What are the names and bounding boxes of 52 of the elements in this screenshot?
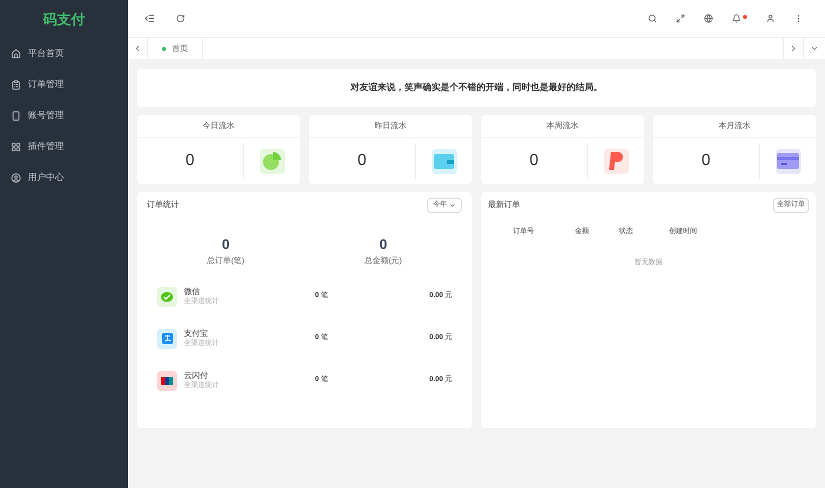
- chevron-left-icon: [133, 44, 142, 53]
- total-value: 0: [222, 234, 230, 254]
- stat-value: 0: [700, 151, 712, 171]
- page-tab[interactable]: 首页: [148, 38, 203, 59]
- channel-name: 微信: [184, 286, 201, 296]
- search-icon: [648, 14, 657, 23]
- sidebar-item[interactable]: 平台首页: [0, 38, 128, 69]
- user-button[interactable]: [766, 14, 775, 23]
- channel-name: 支付宝: [184, 328, 209, 338]
- stat-title: 今日流水: [137, 115, 300, 138]
- stat-title: 本月流水: [653, 115, 816, 138]
- unionpay-icon: [157, 370, 177, 390]
- refresh-button[interactable]: [176, 14, 185, 23]
- fullscreen-icon: [676, 14, 685, 23]
- chevron-down-icon: [810, 44, 819, 53]
- logo: 码支付: [42, 10, 86, 28]
- sidebar-item[interactable]: 用户中心: [0, 162, 128, 193]
- alipay-icon: [157, 328, 177, 348]
- plugin-icon: [11, 142, 21, 152]
- sidebar-item[interactable]: 订单管理: [0, 69, 128, 100]
- quote-banner: 对友谊来说，笑声确实是个不错的开端，同时也是最好的结局。: [137, 69, 816, 107]
- card-title: 订单统计: [147, 199, 179, 212]
- stat-title: 本周流水: [481, 115, 644, 138]
- home-icon: [11, 48, 21, 58]
- order-icon: [11, 80, 21, 90]
- caret-icon: [449, 202, 456, 209]
- menu-toggle-button[interactable]: [144, 13, 155, 24]
- language-button[interactable]: [704, 14, 713, 23]
- refresh-icon: [176, 14, 185, 23]
- stat-title: 昨日流水: [309, 115, 472, 138]
- stat-value: 0: [356, 151, 368, 171]
- total-label: 总订单(笔): [207, 254, 244, 266]
- card-title: 最新订单: [488, 199, 520, 212]
- fullscreen-button[interactable]: [676, 14, 685, 23]
- account-icon: [11, 110, 21, 120]
- menu-fold-icon: [144, 13, 155, 24]
- notification-button[interactable]: [732, 14, 747, 23]
- sidebar-item[interactable]: 插件管理: [0, 131, 128, 162]
- user-icon: [766, 14, 775, 23]
- total-label: 总金额(元): [364, 254, 402, 266]
- credit-card-icon: [777, 153, 799, 169]
- stat-value: 0: [184, 151, 196, 171]
- bell-icon: [732, 14, 741, 23]
- sidebar-item[interactable]: 账号管理: [0, 100, 128, 131]
- total-value: 0: [379, 234, 388, 254]
- wechat-icon: [157, 286, 177, 306]
- channel-name: 云闪付: [184, 370, 209, 380]
- stat-value: 0: [528, 151, 540, 171]
- user-icon: [11, 172, 21, 182]
- chevron-right-icon: [789, 44, 798, 53]
- globe-icon: [704, 14, 713, 23]
- search-button[interactable]: [648, 14, 657, 23]
